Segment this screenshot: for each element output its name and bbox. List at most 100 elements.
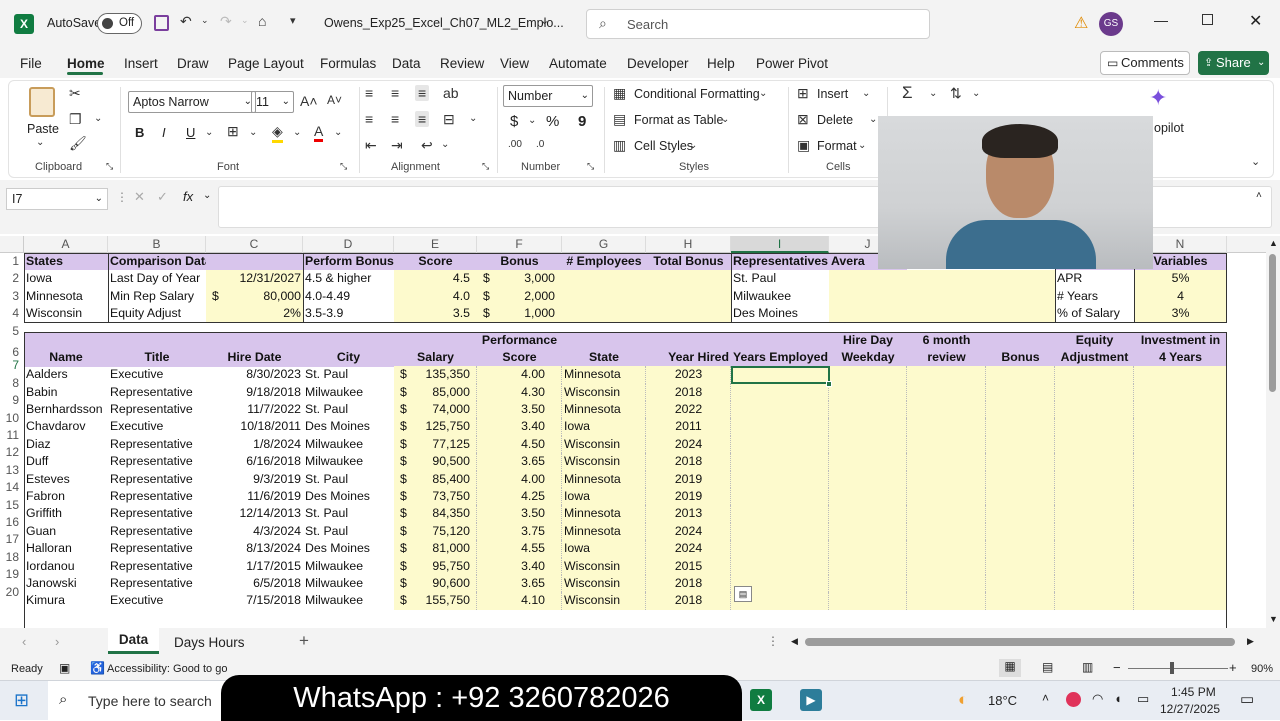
city-cell[interactable]: Des Moines	[303, 418, 394, 435]
bonus-value-cell[interactable]: 1,000	[477, 305, 557, 322]
header-cell[interactable]: Score	[477, 349, 562, 366]
year-hired-cell[interactable]: 2022	[646, 401, 731, 418]
save-icon[interactable]	[154, 15, 169, 31]
hire-date-cell[interactable]: 6/16/2018	[206, 453, 303, 470]
row-header[interactable]: 10	[0, 410, 24, 427]
comparison-value-cell[interactable]: 80,000	[206, 288, 303, 305]
wrap-chevron-icon[interactable]: ⌄	[441, 139, 449, 150]
align-top-icon[interactable]: ≡	[365, 85, 373, 101]
copy-icon[interactable]: ❐	[69, 111, 82, 128]
header-cell[interactable]: Year Hired	[646, 349, 731, 366]
header-cell[interactable]: Salary	[394, 349, 477, 366]
employee-name-cell[interactable]: Duff	[24, 453, 108, 470]
merge-chevron-icon[interactable]: ⌄	[469, 113, 477, 124]
paste-button[interactable]: Paste	[27, 122, 59, 136]
autosum-chevron-icon[interactable]: ⌄	[929, 88, 937, 99]
city-cell[interactable]: Des Moines	[303, 488, 394, 505]
column-header[interactable]: H	[646, 236, 731, 253]
cell-styles-button[interactable]: Cell Styles	[634, 139, 693, 153]
orientation-icon[interactable]: ab	[443, 85, 459, 101]
perform-bonus-cell[interactable]: 3.5-3.9	[303, 305, 394, 322]
search-box[interactable]: ⌕ Search	[586, 9, 930, 39]
score-cell[interactable]: 4.55	[477, 540, 547, 557]
state-cell[interactable]: Iowa	[562, 418, 646, 435]
align-right-icon[interactable]: ≡	[415, 111, 430, 127]
hire-date-cell[interactable]: 6/5/2018	[206, 575, 303, 592]
menu-automate[interactable]: Automate	[549, 56, 607, 71]
zoom-slider-thumb[interactable]	[1170, 662, 1174, 674]
score-cell[interactable]: 3.65	[477, 575, 547, 592]
temperature[interactable]: 18°C	[988, 693, 1017, 708]
increase-indent-icon[interactable]: ⇥	[391, 137, 403, 154]
salary-cell[interactable]: 90,600	[394, 575, 472, 592]
comparison-value-cell[interactable]: 2%	[206, 305, 303, 322]
hire-date-cell[interactable]: 1/8/2024	[206, 436, 303, 453]
header-cell[interactable]: Representatives	[731, 253, 829, 270]
header-cell[interactable]: Score	[394, 253, 477, 270]
salary-cell[interactable]: 74,000	[394, 401, 472, 418]
employee-title-cell[interactable]: Representative	[108, 488, 206, 505]
bold-button[interactable]: B	[135, 125, 144, 140]
tab-days-hours[interactable]: Days Hours	[174, 635, 245, 650]
hire-date-cell[interactable]: 8/13/2024	[206, 540, 303, 557]
conditional-formatting-chevron-icon[interactable]: ⌄	[759, 88, 767, 99]
city-cell[interactable]: Milwaukee	[303, 592, 394, 609]
cell-styles-icon[interactable]: ▥	[613, 137, 626, 154]
zoom-in-icon[interactable]: +	[1229, 660, 1237, 675]
menu-file[interactable]: File	[20, 56, 42, 71]
city-cell[interactable]: St. Paul	[303, 523, 394, 540]
city-cell[interactable]: Milwaukee	[303, 558, 394, 575]
vertical-scrollbar-track[interactable]: ▲ ▼	[1266, 236, 1280, 628]
salary-cell[interactable]: 125,750	[394, 418, 472, 435]
comparison-label-cell[interactable]: Min Rep Salary	[108, 288, 206, 305]
column-header[interactable]: G	[562, 236, 646, 253]
menu-view[interactable]: View	[500, 56, 529, 71]
cancel-entry-icon[interactable]: ✕	[134, 189, 145, 205]
minimize-icon[interactable]: —	[1154, 12, 1168, 28]
salary-cell[interactable]: 135,350	[394, 366, 472, 383]
header-cell[interactable]: State	[562, 349, 646, 366]
number-launcher-icon[interactable]: ⤡	[587, 161, 594, 172]
normal-view-icon[interactable]: ▦	[999, 659, 1021, 677]
avatar[interactable]: GS	[1099, 12, 1123, 36]
format-as-table-icon[interactable]: ▤	[613, 111, 626, 128]
number-format-dropdown[interactable]: Number ⌄	[503, 85, 593, 107]
align-middle-icon[interactable]: ≡	[391, 85, 399, 101]
city-cell[interactable]: Milwaukee	[303, 453, 394, 470]
score-cell[interactable]: 4.50	[477, 436, 547, 453]
state-cell[interactable]: Minnesota	[24, 288, 108, 305]
employee-title-cell[interactable]: Representative	[108, 401, 206, 418]
employee-title-cell[interactable]: Executive	[108, 418, 206, 435]
borders-icon[interactable]: ⊞	[227, 123, 239, 140]
font-name-dropdown[interactable]: Aptos Narrow ⌄	[128, 91, 256, 113]
header-cell[interactable]: City	[303, 349, 394, 366]
hire-date-cell[interactable]: 9/3/2019	[206, 471, 303, 488]
horizontal-scroll-thumb[interactable]	[805, 638, 1235, 646]
menu-developer[interactable]: Developer	[627, 56, 689, 71]
representative-cell[interactable]: St. Paul	[731, 270, 829, 287]
redo-icon[interactable]: ↷	[220, 13, 232, 30]
comparison-label-cell[interactable]: Equity Adjust	[108, 305, 206, 322]
row-header[interactable]: 8	[0, 375, 24, 392]
menu-power-pivot[interactable]: Power Pivot	[756, 56, 828, 71]
column-header[interactable]: I	[731, 236, 829, 253]
bonus-value-cell[interactable]: 2,000	[477, 288, 557, 305]
row-header[interactable]: 4	[0, 305, 24, 322]
sort-filter-chevron-icon[interactable]: ⌄	[972, 88, 980, 99]
year-hired-cell[interactable]: 2013	[646, 505, 731, 522]
variable-value-cell[interactable]: 3%	[1134, 305, 1227, 322]
row-header[interactable]: 11	[0, 427, 24, 444]
conditional-formatting-button[interactable]: Conditional Formatting	[634, 87, 760, 101]
state-cell[interactable]: Iowa	[24, 270, 108, 287]
year-hired-cell[interactable]: 2018	[646, 453, 731, 470]
representative-cell[interactable]: Des Moines	[731, 305, 829, 322]
salary-cell[interactable]: 75,120	[394, 523, 472, 540]
score-cell[interactable]: 3.75	[477, 523, 547, 540]
year-hired-cell[interactable]: 2018	[646, 384, 731, 401]
fx-chevron-icon[interactable]: ⌄	[203, 190, 211, 201]
hire-date-cell[interactable]: 8/30/2023	[206, 366, 303, 383]
windows-start-icon[interactable]: ⊞	[14, 690, 29, 711]
font-color-chevron-icon[interactable]: ⌄	[334, 127, 342, 138]
cut-icon[interactable]: ✂	[69, 85, 81, 102]
increase-font-size-icon[interactable]: A˄	[300, 93, 318, 109]
